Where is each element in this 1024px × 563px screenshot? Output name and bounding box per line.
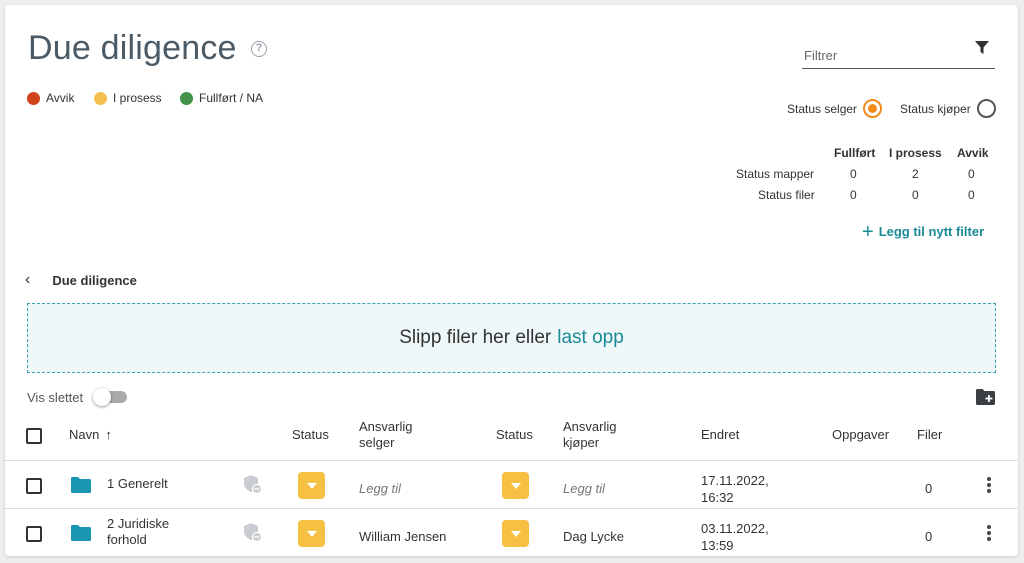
plus-icon: + [862,220,874,243]
column-tasks[interactable]: Oppgaver [832,427,889,443]
changed-time: 16:32 [701,490,734,505]
row-files: 0 [925,481,933,496]
status-value: 0 [968,188,975,202]
shield-icon[interactable] [244,523,262,542]
row-files: 0 [925,529,933,544]
red-dot-icon [27,91,40,105]
status-header-fullfort: Fullført [834,146,876,160]
status-seller-dropdown[interactable] [298,520,325,547]
row-name-line: forhold [107,532,147,547]
changed-date: 17.11.2022, [701,473,769,488]
row-checkbox[interactable] [26,478,42,494]
add-filter-label: Legg til nytt filter [878,224,985,239]
legend-avvik: Avvik [27,91,74,105]
yellow-dot-icon [94,91,107,105]
status-value: 0 [850,167,857,181]
status-value: 0 [850,188,857,202]
legend-i-prosess: I prosess [94,91,162,105]
legend-label: Avvik [46,91,75,105]
column-status-seller[interactable]: Status [292,427,329,443]
row-name-line: 2 Juridiske [107,516,170,531]
caret-down-icon [510,482,521,489]
row-changed: 03.11.2022, 13:59 [701,520,769,554]
status-row-label: Status filer [758,188,815,202]
legend-label: I prosess [113,91,162,105]
shield-icon[interactable] [244,475,262,494]
more-vertical-icon[interactable] [987,525,991,543]
table-row[interactable]: 1 Generelt Legg til Legg til 17.11.2022,… [5,461,1018,508]
status-buyer-dropdown[interactable] [502,520,529,547]
status-value: 2 [912,167,919,181]
status-seller-label: Status selger [787,102,858,116]
column-name[interactable]: Navn ↑ [69,427,112,443]
header-line: kjøper [563,435,600,450]
page-title: Due diligence [28,29,237,67]
due-diligence-card: Due diligence ? Avvik I prosess Fullført… [5,5,1018,556]
status-header-i-prosess: I prosess [889,146,942,160]
table-row[interactable]: 2 Juridiske forhold William Jensen Dag L… [5,509,1018,556]
dropzone-text: Slipp filer her eller [399,327,552,348]
green-dot-icon [180,91,193,105]
legend-fullfort: Fullført / NA [180,91,263,105]
folder-icon [71,525,91,541]
header-line: Ansvarlig [563,419,617,434]
caret-down-icon [510,530,521,537]
legend-label: Fullført / NA [199,91,264,105]
responsible-seller-add[interactable]: Legg til [359,481,401,496]
column-files[interactable]: Filer [917,427,942,443]
responsible-buyer[interactable]: Dag Lycke [563,529,624,544]
changed-date: 03.11.2022, [701,521,769,536]
folder-plus-icon[interactable] [976,389,995,405]
more-vertical-icon[interactable] [987,477,991,495]
changed-time: 13:59 [701,538,734,553]
show-deleted-label: Vis slettet [27,390,84,405]
status-header-avvik: Avvik [957,146,989,160]
status-seller-dropdown[interactable] [298,472,325,499]
status-seller-radio[interactable] [863,99,882,118]
add-filter-button[interactable]: + Legg til nytt filter [862,220,985,243]
status-row-label: Status mapper [736,167,815,181]
responsible-buyer-add[interactable]: Legg til [563,481,605,496]
column-responsible-seller[interactable]: Ansvarlig selger [359,419,412,451]
status-buyer-radio[interactable] [977,99,996,118]
help-circle-icon[interactable]: ? [251,41,267,57]
column-name-label: Navn [69,427,100,442]
breadcrumb-label[interactable]: Due diligence [52,273,137,288]
caret-down-icon [306,482,317,489]
breadcrumb: ‹ Due diligence [25,271,137,289]
caret-down-icon [306,530,317,537]
upload-link[interactable]: last opp [557,327,624,349]
folder-icon [71,477,91,493]
chevron-left-icon[interactable]: ‹ [25,271,30,289]
row-changed: 17.11.2022, 16:32 [701,472,769,506]
status-buyer-dropdown[interactable] [502,472,529,499]
row-name-line: 1 Generelt [107,476,168,491]
column-responsible-buyer[interactable]: Ansvarlig kjøper [563,419,616,451]
header-line: Ansvarlig [359,419,413,434]
row-name[interactable]: 2 Juridiske forhold [107,516,169,548]
row-name[interactable]: 1 Generelt [107,476,168,492]
arrow-up-icon: ↑ [105,427,112,442]
column-changed[interactable]: Endret [701,427,739,443]
funnel-icon[interactable] [975,41,989,55]
status-value: 0 [912,188,919,202]
status-buyer-label: Status kjøper [900,102,971,116]
select-all-checkbox[interactable] [26,428,42,444]
status-value: 0 [968,167,975,181]
file-dropzone[interactable]: Slipp filer her eller last opp [27,303,996,373]
header-line: selger [359,435,395,450]
row-checkbox[interactable] [26,526,42,542]
column-status-buyer[interactable]: Status [496,427,533,443]
responsible-seller[interactable]: William Jensen [359,529,446,544]
show-deleted-toggle[interactable] [93,388,127,406]
filter-input[interactable] [802,43,995,69]
